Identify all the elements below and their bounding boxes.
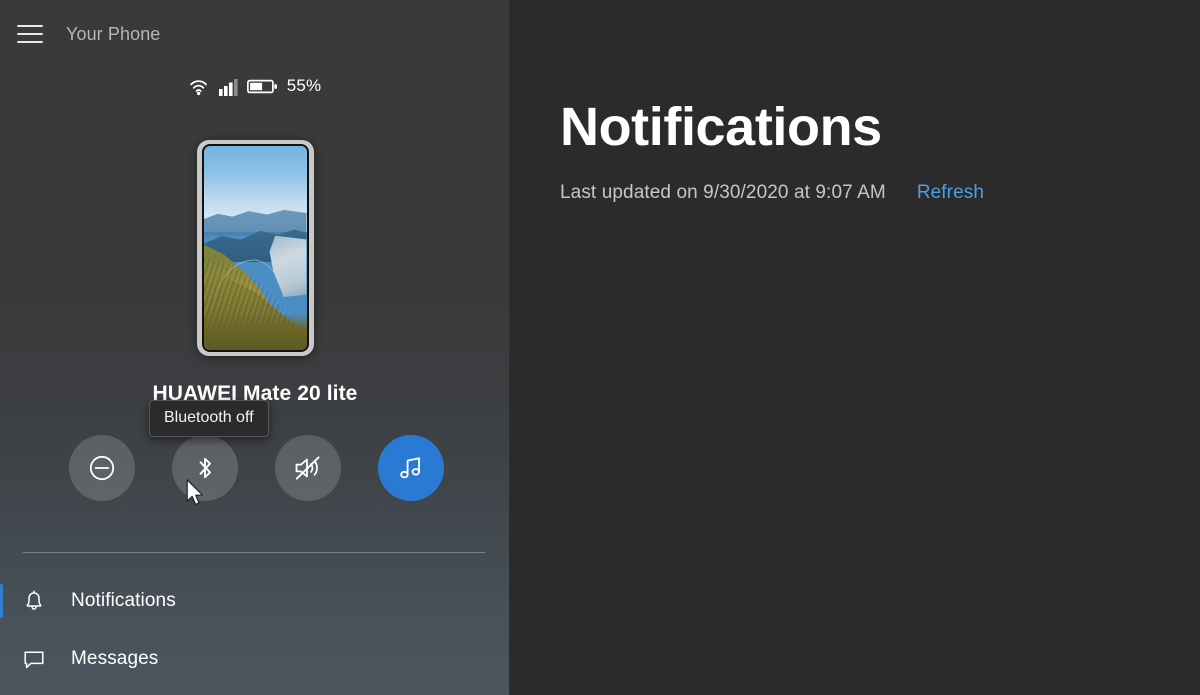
bluetooth-tooltip: Bluetooth off (149, 400, 269, 437)
phone-frame (196, 140, 314, 356)
battery-icon (246, 78, 278, 95)
sidebar-item-label: Notifications (71, 590, 176, 611)
hamburger-menu-icon[interactable] (6, 14, 54, 54)
wifi-icon (189, 77, 212, 96)
hamburger-line (17, 25, 43, 27)
volume-mute-icon (292, 453, 324, 483)
phone-bezel (201, 144, 309, 352)
music-button[interactable] (378, 435, 444, 501)
page-title: Notifications (560, 97, 882, 157)
bell-icon (16, 583, 52, 619)
sidebar-divider (23, 552, 485, 553)
sidebar-nav: Notifications Messages (0, 572, 510, 688)
your-phone-app-window: Your Phone 55% HUAWEI Mate 20 lite Bluet… (0, 0, 1200, 695)
wallpaper-foreground-trees (203, 313, 307, 350)
music-note-icon (397, 453, 425, 483)
cellular-signal-icon (218, 77, 240, 96)
do-not-disturb-button[interactable] (69, 435, 135, 501)
refresh-link[interactable]: Refresh (917, 182, 984, 204)
phone-status-row: 55% (0, 76, 510, 96)
main-content-panel: Notifications Last updated on 9/30/2020 … (510, 0, 1200, 695)
hamburger-line (17, 41, 43, 43)
last-updated-label: Last updated on 9/30/2020 at 9:07 AM (560, 182, 886, 203)
sidebar-header: Your Phone (0, 14, 510, 54)
sidebar-item-messages[interactable]: Messages (0, 630, 510, 688)
do-not-disturb-icon (87, 453, 117, 483)
bluetooth-icon (191, 453, 219, 483)
quick-actions-row (69, 435, 444, 501)
chat-bubble-icon (16, 641, 52, 677)
battery-percent-label: 55% (286, 76, 322, 95)
bluetooth-button[interactable] (172, 435, 238, 501)
selection-indicator (0, 584, 3, 618)
page-subheader: Last updated on 9/30/2020 at 9:07 AM Ref… (560, 182, 1200, 204)
hamburger-line (17, 33, 43, 35)
sidebar-item-notifications[interactable]: Notifications (0, 572, 510, 630)
volume-mute-button[interactable] (275, 435, 341, 501)
phone-preview[interactable] (0, 140, 510, 356)
app-title: Your Phone (66, 23, 161, 44)
phone-screen-wallpaper (203, 146, 307, 350)
sidebar-item-label: Messages (71, 648, 159, 669)
sidebar-panel: Your Phone 55% HUAWEI Mate 20 lite Bluet… (0, 0, 510, 695)
